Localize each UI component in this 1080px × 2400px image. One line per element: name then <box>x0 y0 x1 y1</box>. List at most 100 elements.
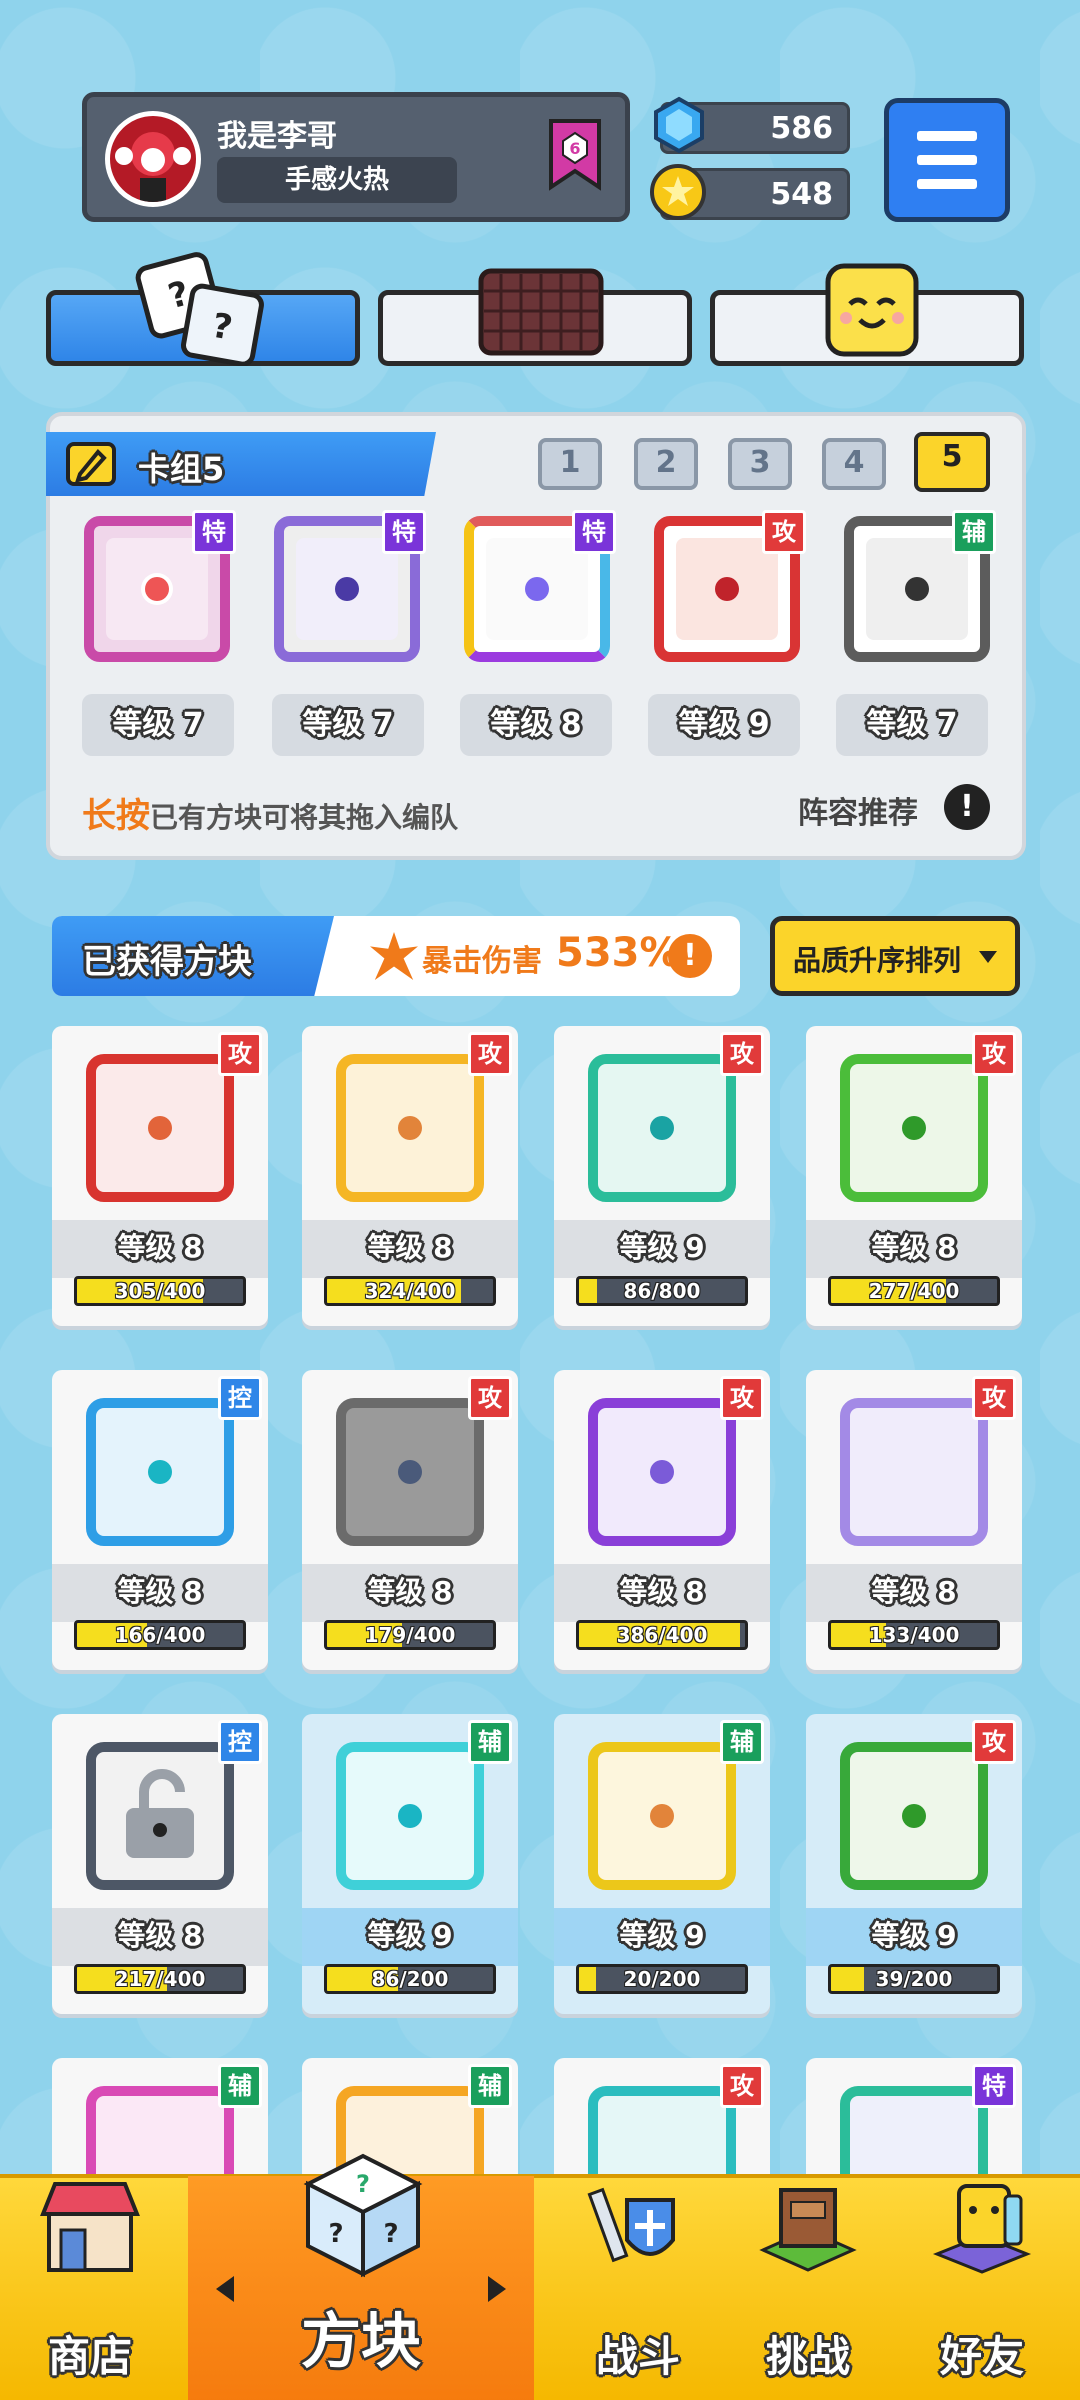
block-level: 等级 8 <box>367 1575 453 1608</box>
type-badge: 攻 <box>720 1032 764 1076</box>
obtained-title: 已获得方块 <box>82 942 252 982</box>
nav-battle[interactable]: 战斗 <box>548 2178 728 2400</box>
crit-value: 533% <box>556 930 680 976</box>
lock-icon <box>86 1742 234 1890</box>
crit-label: 暴击伤害 <box>422 944 542 979</box>
dice-icon: ?? <box>130 246 266 370</box>
nav-shop[interactable]: 商店 <box>0 2178 180 2400</box>
block-card[interactable]: 攻 等级 8 386/400 <box>554 1370 770 1670</box>
block-level: 等级 8 <box>117 1919 203 1952</box>
deck-level-2: 等级 7 <box>272 694 424 756</box>
type-badge: 辅 <box>952 510 996 554</box>
block-level: 等级 8 <box>117 1231 203 1264</box>
nav-challenge-label: 挑战 <box>765 2332 850 2381</box>
block-card[interactable]: 攻 等级 8 324/400 <box>302 1026 518 1326</box>
block-card[interactable]: 控 等级 8 166/400 <box>52 1370 268 1670</box>
type-badge: 控 <box>218 1376 262 1420</box>
block-card[interactable]: 攻 等级 8 277/400 <box>806 1026 1022 1326</box>
deck-slot-5[interactable]: 辅 <box>844 510 996 662</box>
type-badge: 攻 <box>720 1376 764 1420</box>
deck-tab-5[interactable]: 5 <box>914 432 990 492</box>
lineup-recommend-button[interactable]: 阵容推荐 <box>798 788 918 832</box>
nav-shop-label: 商店 <box>47 2332 132 2381</box>
block-level: 等级 9 <box>367 1919 453 1952</box>
nav-challenge[interactable]: 挑战 <box>718 2178 898 2400</box>
gate-icon <box>753 2170 863 2280</box>
gem-icon <box>650 96 708 154</box>
deck-level-4: 等级 9 <box>648 694 800 756</box>
nav-battle-label: 战斗 <box>595 2332 680 2381</box>
type-badge: 辅 <box>468 1720 512 1764</box>
crit-info-icon[interactable]: ! <box>668 934 712 978</box>
player-title: 手感火热 <box>217 157 457 203</box>
block-level: 等级 9 <box>619 1919 705 1952</box>
hint-text: 已有方块可将其拖入编队 <box>150 801 459 834</box>
type-badge: 攻 <box>468 1376 512 1420</box>
block-card[interactable]: 攻 等级 9 86/800 <box>554 1026 770 1326</box>
type-badge: 攻 <box>468 1032 512 1076</box>
deck-hint: 长按已有方块可将其拖入编队 <box>82 788 458 837</box>
deck-slot-4[interactable]: 攻 <box>654 510 806 662</box>
block-card[interactable]: 控 等级 8 217/400 <box>52 1714 268 2014</box>
progress-text: 277/400 <box>868 1279 960 1303</box>
type-badge: 攻 <box>720 2064 764 2108</box>
deck-title-banner: 卡组5 <box>46 432 436 496</box>
crit-burst-icon <box>370 932 418 980</box>
block-level: 等级 9 <box>871 1919 957 1952</box>
block-level: 等级 8 <box>619 1575 705 1608</box>
deck-tab-1[interactable]: 1 <box>538 438 602 490</box>
progress-bar: 305/400 <box>74 1276 246 1306</box>
nav-friends-label: 好友 <box>939 2332 1024 2381</box>
avatar[interactable] <box>105 111 201 207</box>
rank-number: 6 <box>569 139 580 158</box>
deck-title: 卡组5 <box>138 450 225 488</box>
block-card[interactable]: 攻 等级 8 133/400 <box>806 1370 1022 1670</box>
deck-tab-2[interactable]: 2 <box>634 438 698 490</box>
rank-badge-icon[interactable]: 6 <box>547 117 603 191</box>
block-card[interactable]: 辅 等级 9 86/200 <box>302 1714 518 2014</box>
progress-text: 86/800 <box>623 1279 701 1303</box>
deck-slot-1[interactable]: 特 <box>84 510 236 662</box>
progress-text: 86/200 <box>371 1967 449 1991</box>
progress-text: 39/200 <box>875 1967 953 1991</box>
menu-button[interactable] <box>884 98 1010 222</box>
nav-friends[interactable]: 好友 <box>892 2178 1072 2400</box>
progress-text: 386/400 <box>616 1623 708 1647</box>
bottom-nav: 商店 ??? 方块 战斗 挑战 好友 <box>0 2153 1080 2400</box>
type-badge: 特 <box>572 510 616 554</box>
progress-bar: 86/200 <box>324 1964 496 1994</box>
deck-slot-2[interactable]: 特 <box>274 510 426 662</box>
deck-tab-3[interactable]: 3 <box>728 438 792 490</box>
type-badge: 攻 <box>218 1032 262 1076</box>
player-name: 我是李哥 <box>217 119 337 154</box>
progress-text: 20/200 <box>623 1967 701 1991</box>
block-card[interactable]: 攻 等级 8 179/400 <box>302 1370 518 1670</box>
block-card[interactable]: 辅 等级 9 20/200 <box>554 1714 770 2014</box>
info-icon[interactable]: ! <box>944 784 990 830</box>
sort-dropdown[interactable]: 品质升序排列 <box>770 916 1020 996</box>
block-card[interactable]: 攻 等级 8 305/400 <box>52 1026 268 1326</box>
progress-text: 324/400 <box>364 1279 456 1303</box>
deck-slot-3[interactable]: 特 <box>464 510 616 662</box>
deck-tab-4[interactable]: 4 <box>822 438 886 490</box>
type-badge: 辅 <box>720 1720 764 1764</box>
sword-shield-icon <box>583 2170 693 2280</box>
deck-panel: 卡组5 1 2 3 4 5 特 特 特 攻 辅 等级 7 等级 7 等级 8 等… <box>46 412 1026 860</box>
block-level: 等级 9 <box>619 1231 705 1264</box>
gem-count: 586 <box>770 111 833 146</box>
progress-bar: 166/400 <box>74 1620 246 1650</box>
block-card[interactable]: 攻 等级 9 39/200 <box>806 1714 1022 2014</box>
progress-bar: 217/400 <box>74 1964 246 1994</box>
type-badge: 攻 <box>972 1032 1016 1076</box>
smiley-block-icon <box>824 262 920 362</box>
edit-pencil-icon[interactable] <box>66 442 116 486</box>
obtained-title-banner: 已获得方块 <box>52 916 334 996</box>
sort-label: 品质升序排列 <box>793 944 962 977</box>
progress-text: 166/400 <box>114 1623 206 1647</box>
profile-panel[interactable]: 我是李哥 手感火热 6 <box>82 92 630 222</box>
nav-blocks-label: 方块 <box>301 2307 421 2377</box>
deck-level-1: 等级 7 <box>82 694 234 756</box>
friends-block-icon <box>927 2170 1037 2280</box>
type-badge: 控 <box>218 1720 262 1764</box>
nav-blocks[interactable]: ??? 方块 <box>188 2153 534 2400</box>
